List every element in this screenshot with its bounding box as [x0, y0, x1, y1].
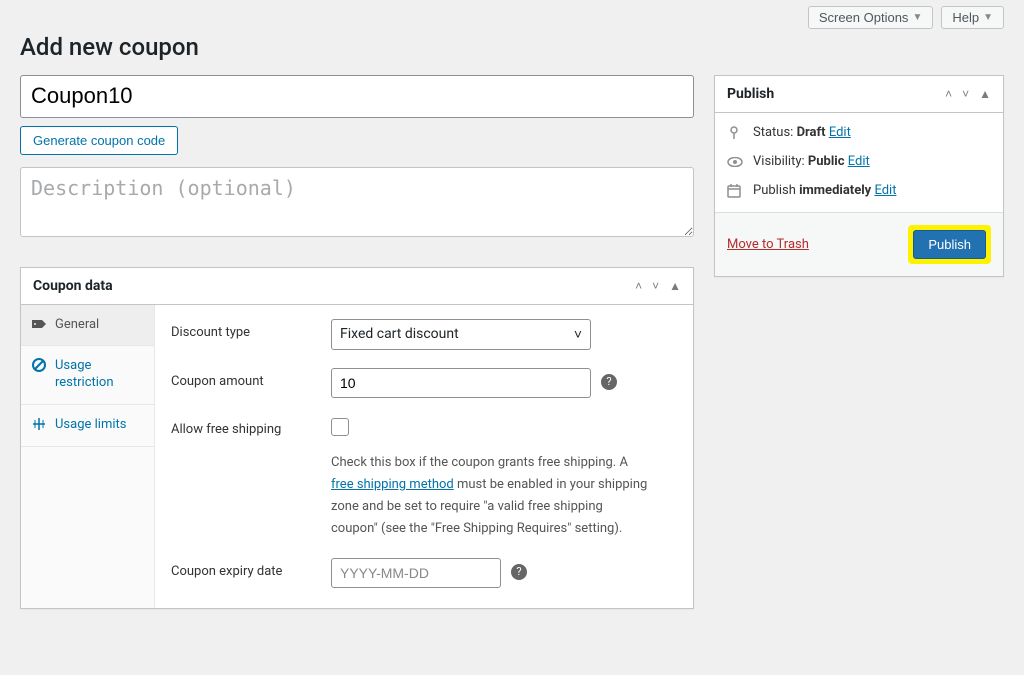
- help-button[interactable]: Help ▼: [941, 6, 1004, 29]
- caret-down-icon: ▼: [983, 12, 993, 23]
- discount-type-value: Fixed cart discount: [340, 326, 459, 342]
- eye-icon: [727, 157, 743, 167]
- box-move-down-icon[interactable]: ˅: [962, 87, 969, 101]
- visibility-value: Public: [808, 154, 845, 169]
- coupon-amount-label: Coupon amount: [171, 368, 331, 389]
- coupon-data-box: Coupon data ˄ ˅ ▲ General: [20, 267, 694, 609]
- chevron-down-icon: ˅: [574, 326, 582, 343]
- expiry-date-input[interactable]: [331, 558, 501, 588]
- box-move-up-icon[interactable]: ˄: [945, 87, 952, 101]
- schedule-value: immediately: [799, 183, 871, 198]
- discount-type-select[interactable]: Fixed cart discount ˅: [331, 319, 591, 350]
- tab-label: Usage limits: [55, 417, 126, 434]
- tab-label: Usage restriction: [55, 358, 144, 392]
- tab-usage-limits[interactable]: Usage limits: [21, 405, 154, 447]
- tab-label: General: [55, 317, 99, 334]
- caret-down-icon: ▼: [912, 12, 922, 23]
- visibility-edit-link[interactable]: Edit: [848, 154, 870, 169]
- box-toggle-icon[interactable]: ▲: [669, 279, 681, 293]
- calendar-icon: [727, 184, 743, 198]
- coupon-amount-input[interactable]: [331, 368, 591, 398]
- move-to-trash-link[interactable]: Move to Trash: [727, 237, 809, 252]
- help-icon[interactable]: ?: [601, 374, 617, 390]
- description-textarea[interactable]: [20, 167, 694, 237]
- publish-box: Publish ˄ ˅ ▲ Status: Draft Edit: [714, 75, 1004, 277]
- generate-coupon-code-button[interactable]: Generate coupon code: [20, 126, 178, 155]
- schedule-edit-link[interactable]: Edit: [874, 183, 896, 198]
- status-value: Draft: [797, 125, 826, 140]
- box-toggle-icon[interactable]: ▲: [979, 87, 991, 101]
- pin-icon: [727, 126, 743, 140]
- expiry-date-label: Coupon expiry date: [171, 558, 331, 579]
- screen-options-label: Screen Options: [819, 10, 909, 25]
- coupon-data-title: Coupon data: [33, 278, 113, 294]
- tab-usage-restriction[interactable]: Usage restriction: [21, 346, 154, 405]
- page-title: Add new coupon: [20, 33, 1004, 61]
- sliders-icon: [31, 417, 47, 431]
- publish-box-title: Publish: [727, 86, 774, 102]
- box-move-down-icon[interactable]: ˅: [652, 279, 659, 293]
- box-move-up-icon[interactable]: ˄: [635, 279, 642, 293]
- tab-general[interactable]: General: [21, 305, 154, 347]
- publish-button-highlight: Publish: [908, 225, 991, 264]
- publish-button[interactable]: Publish: [913, 230, 986, 259]
- help-icon[interactable]: ?: [511, 564, 527, 580]
- free-shipping-checkbox[interactable]: [331, 418, 349, 436]
- status-label: Status:: [753, 125, 793, 140]
- screen-options-button[interactable]: Screen Options ▼: [808, 6, 934, 29]
- free-shipping-description: Check this box if the coupon grants free…: [331, 452, 651, 540]
- help-label: Help: [952, 10, 979, 25]
- status-edit-link[interactable]: Edit: [829, 125, 851, 140]
- ban-icon: [31, 358, 47, 372]
- schedule-label: Publish: [753, 183, 796, 198]
- tag-icon: [31, 317, 47, 331]
- coupon-code-input[interactable]: [20, 75, 694, 118]
- discount-type-label: Discount type: [171, 319, 331, 340]
- visibility-label: Visibility:: [753, 154, 805, 169]
- free-shipping-label: Allow free shipping: [171, 416, 331, 437]
- free-shipping-method-link[interactable]: free shipping method: [331, 477, 454, 492]
